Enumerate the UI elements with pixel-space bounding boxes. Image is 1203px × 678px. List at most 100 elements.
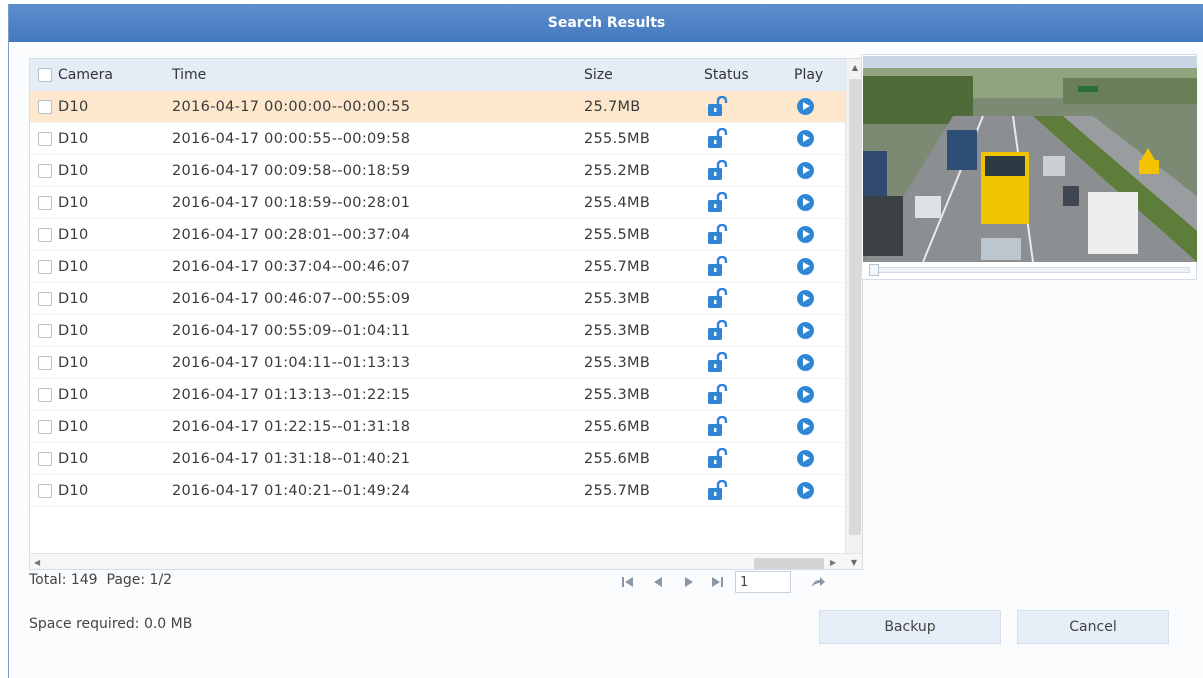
- row-checkbox[interactable]: [38, 99, 52, 114]
- go-arrow-icon: [812, 577, 825, 587]
- time-range: 2016-04-17 01:22:15--01:31:18: [172, 418, 411, 435]
- row-checkbox[interactable]: [38, 227, 52, 242]
- status-cell: [704, 191, 794, 214]
- table-row[interactable]: D10 2016-04-17 01:13:13--01:22:15 255.3M…: [30, 379, 845, 411]
- row-checkbox[interactable]: [38, 131, 52, 146]
- playback-slider[interactable]: [869, 264, 1190, 276]
- results-table: Camera Time Size Status Play D10 2016-04…: [29, 58, 863, 570]
- play-icon[interactable]: [797, 162, 814, 179]
- video-preview: [861, 54, 1197, 280]
- table-row[interactable]: D10 2016-04-17 00:46:07--00:55:09 255.3M…: [30, 283, 845, 315]
- camera-cell: D10: [30, 355, 170, 371]
- row-checkbox[interactable]: [38, 195, 52, 210]
- file-size: 255.3MB: [584, 290, 651, 307]
- camera-name: D10: [58, 290, 89, 307]
- row-checkbox[interactable]: [38, 451, 52, 466]
- scroll-left-arrow-icon[interactable]: ◀: [34, 554, 48, 569]
- camera-cell: D10: [30, 163, 170, 179]
- status-cell: [704, 351, 794, 374]
- play-icon[interactable]: [797, 194, 814, 211]
- table-row[interactable]: D10 2016-04-17 01:22:15--01:31:18 255.6M…: [30, 411, 845, 443]
- camera-cell: D10: [30, 323, 170, 339]
- row-checkbox[interactable]: [38, 323, 52, 338]
- row-checkbox[interactable]: [38, 259, 52, 274]
- time-range: 2016-04-17 01:40:21--01:49:24: [172, 482, 411, 499]
- next-page-button[interactable]: [673, 571, 703, 593]
- file-size: 255.3MB: [584, 322, 651, 339]
- play-icon[interactable]: [797, 418, 814, 435]
- camera-name: D10: [58, 162, 89, 179]
- playback-slider-handle[interactable]: [869, 264, 879, 276]
- play-cell: [794, 354, 845, 371]
- total-count: Total: 149: [29, 572, 98, 588]
- first-page-icon: [622, 577, 633, 587]
- play-icon[interactable]: [797, 98, 814, 115]
- play-cell: [794, 162, 845, 179]
- table-row[interactable]: D10 2016-04-17 00:55:09--01:04:11 255.3M…: [30, 315, 845, 347]
- table-row[interactable]: D10 2016-04-17 00:00:55--00:09:58 255.5M…: [30, 123, 845, 155]
- play-cell: [794, 482, 845, 499]
- file-size: 255.4MB: [584, 194, 651, 211]
- file-size: 255.3MB: [584, 386, 651, 403]
- row-checkbox[interactable]: [38, 355, 52, 370]
- vertical-scroll-thumb[interactable]: [849, 79, 861, 535]
- table-header: Camera Time Size Status Play: [30, 59, 845, 91]
- scroll-down-arrow-icon[interactable]: [846, 535, 862, 553]
- backup-button[interactable]: Backup: [819, 610, 1001, 644]
- previous-page-button[interactable]: [643, 571, 673, 593]
- table-row[interactable]: D10 2016-04-17 00:09:58--00:18:59 255.2M…: [30, 155, 845, 187]
- page-number-input[interactable]: [735, 571, 791, 593]
- file-size: 25.7MB: [584, 98, 641, 115]
- play-icon[interactable]: [797, 130, 814, 147]
- camera-cell: D10: [30, 195, 170, 211]
- pagination: [613, 570, 833, 594]
- table-row[interactable]: D10 2016-04-17 00:28:01--00:37:04 255.5M…: [30, 219, 845, 251]
- size-column-header: Size: [584, 67, 613, 83]
- go-to-page-button[interactable]: [803, 571, 833, 593]
- time-range: 2016-04-17 01:31:18--01:40:21: [172, 450, 411, 467]
- time-range: 2016-04-17 00:37:04--00:46:07: [172, 258, 411, 275]
- status-cell: [704, 159, 794, 182]
- play-icon[interactable]: [797, 386, 814, 403]
- play-icon[interactable]: [797, 226, 814, 243]
- table-row[interactable]: D10 2016-04-17 00:18:59--00:28:01 255.4M…: [30, 187, 845, 219]
- play-cell: [794, 290, 845, 307]
- play-icon[interactable]: [797, 354, 814, 371]
- row-checkbox[interactable]: [38, 291, 52, 306]
- scroll-right-arrow-icon[interactable]: ▶: [830, 554, 844, 569]
- table-row[interactable]: D10 2016-04-17 00:37:04--00:46:07 255.7M…: [30, 251, 845, 283]
- play-cell: [794, 386, 845, 403]
- unlock-icon: [708, 159, 728, 180]
- row-checkbox[interactable]: [38, 163, 52, 178]
- cancel-button[interactable]: Cancel: [1017, 610, 1169, 644]
- last-page-button[interactable]: [703, 571, 733, 593]
- camera-name: D10: [58, 482, 89, 499]
- horizontal-scrollbar[interactable]: ◀ ▶ ▼: [30, 553, 862, 569]
- camera-name: D10: [58, 130, 89, 147]
- play-icon[interactable]: [797, 290, 814, 307]
- first-page-button[interactable]: [613, 571, 643, 593]
- table-row[interactable]: D10 2016-04-17 00:00:00--00:00:55 25.7MB: [30, 91, 845, 123]
- time-range: 2016-04-17 00:55:09--01:04:11: [172, 322, 411, 339]
- row-checkbox[interactable]: [38, 483, 52, 498]
- table-row[interactable]: D10 2016-04-17 01:04:11--01:13:13 255.3M…: [30, 347, 845, 379]
- status-cell: [704, 255, 794, 278]
- camera-cell: D10: [30, 451, 170, 467]
- play-icon[interactable]: [797, 482, 814, 499]
- play-icon[interactable]: [797, 258, 814, 275]
- scroll-corner-down-icon[interactable]: ▼: [845, 554, 862, 569]
- camera-cell: D10: [30, 131, 170, 147]
- select-all-checkbox[interactable]: [38, 68, 52, 82]
- play-icon[interactable]: [797, 322, 814, 339]
- file-size: 255.3MB: [584, 354, 651, 371]
- table-row[interactable]: D10 2016-04-17 01:40:21--01:49:24 255.7M…: [30, 475, 845, 507]
- camera-cell: D10: [30, 99, 170, 115]
- table-row[interactable]: D10 2016-04-17 01:31:18--01:40:21 255.6M…: [30, 443, 845, 475]
- unlock-icon: [708, 191, 728, 212]
- unlock-icon: [708, 415, 728, 436]
- horizontal-scroll-thumb[interactable]: [754, 558, 824, 569]
- play-icon[interactable]: [797, 450, 814, 467]
- status-cell: [704, 415, 794, 438]
- row-checkbox[interactable]: [38, 419, 52, 434]
- row-checkbox[interactable]: [38, 387, 52, 402]
